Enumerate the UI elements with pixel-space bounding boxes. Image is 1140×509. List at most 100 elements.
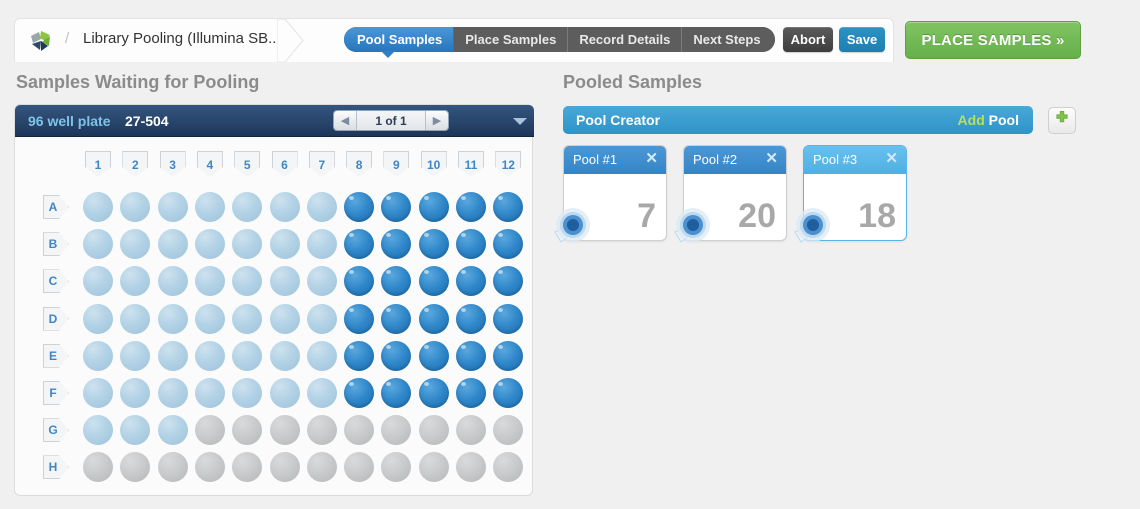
well-G11[interactable]	[456, 415, 486, 446]
chevron-left-icon[interactable]: ◀	[334, 111, 356, 130]
well-E4[interactable]	[194, 340, 225, 371]
row-header-H[interactable]: H	[43, 455, 69, 480]
breadcrumb-title[interactable]: Library Pooling (Illumina SB...	[83, 30, 281, 47]
well-A9[interactable]	[381, 192, 412, 222]
well-A12[interactable]	[493, 192, 524, 222]
well-C1[interactable]	[83, 266, 113, 297]
well-H7[interactable]	[306, 452, 337, 483]
well-F2[interactable]	[120, 378, 151, 408]
well-E10[interactable]	[418, 340, 449, 371]
well-H12[interactable]	[493, 452, 524, 483]
well-A1[interactable]	[83, 192, 113, 222]
well-D1[interactable]	[83, 303, 113, 334]
well-A5[interactable]	[232, 192, 263, 222]
well-H9[interactable]	[381, 452, 412, 483]
add-pool-button[interactable]	[1048, 107, 1076, 134]
well-F1[interactable]	[83, 378, 113, 408]
well-F12[interactable]	[493, 378, 524, 408]
well-C10[interactable]	[418, 266, 449, 297]
column-header-11[interactable]: 11	[458, 151, 484, 177]
well-G12[interactable]	[493, 415, 524, 446]
well-E6[interactable]	[269, 340, 300, 371]
well-F8[interactable]	[344, 378, 375, 408]
well-H3[interactable]	[157, 452, 188, 483]
well-H8[interactable]	[344, 452, 375, 483]
well-E12[interactable]	[493, 340, 524, 371]
well-E1[interactable]	[83, 340, 113, 371]
well-B6[interactable]	[269, 229, 300, 260]
well-F3[interactable]	[157, 378, 188, 408]
well-C12[interactable]	[493, 266, 524, 297]
column-header-9[interactable]: 9	[383, 151, 410, 177]
well-E7[interactable]	[306, 340, 337, 371]
row-header-E[interactable]: E	[43, 343, 69, 368]
well-A6[interactable]	[269, 192, 300, 222]
well-B11[interactable]	[456, 229, 486, 260]
well-H11[interactable]	[456, 452, 486, 483]
tube-icon[interactable]	[669, 202, 715, 248]
row-header-B[interactable]: B	[43, 232, 69, 257]
well-B3[interactable]	[157, 229, 188, 260]
pool-card-1[interactable]: Pool #1 ✕ 7	[554, 145, 667, 243]
well-H1[interactable]	[83, 452, 113, 483]
well-H10[interactable]	[418, 452, 449, 483]
well-H6[interactable]	[269, 452, 300, 483]
row-header-C[interactable]: C	[43, 269, 69, 294]
save-button[interactable]: Save	[839, 27, 885, 52]
well-B1[interactable]	[83, 229, 113, 260]
place-samples-button[interactable]: PLACE SAMPLES »	[905, 21, 1081, 59]
row-header-G[interactable]: G	[43, 418, 69, 443]
well-F7[interactable]	[306, 378, 337, 408]
well-F10[interactable]	[418, 378, 449, 408]
well-B12[interactable]	[493, 229, 524, 260]
well-C2[interactable]	[120, 266, 151, 297]
well-C6[interactable]	[269, 266, 300, 297]
abort-button[interactable]: Abort	[783, 27, 833, 52]
well-B7[interactable]	[306, 229, 337, 260]
row-header-A[interactable]: A	[43, 195, 69, 219]
well-E3[interactable]	[157, 340, 188, 371]
well-C4[interactable]	[194, 266, 225, 297]
well-F11[interactable]	[456, 378, 486, 408]
well-E5[interactable]	[232, 340, 263, 371]
tube-icon[interactable]	[789, 202, 835, 248]
well-C3[interactable]	[157, 266, 188, 297]
well-G9[interactable]	[381, 415, 412, 446]
well-D11[interactable]	[456, 303, 486, 334]
well-G3[interactable]	[157, 415, 188, 446]
well-E9[interactable]	[381, 340, 412, 371]
well-C9[interactable]	[381, 266, 412, 297]
well-G6[interactable]	[269, 415, 300, 446]
well-G10[interactable]	[418, 415, 449, 446]
well-B10[interactable]	[418, 229, 449, 260]
close-icon[interactable]: ✕	[885, 150, 898, 168]
well-D5[interactable]	[232, 303, 263, 334]
tube-icon[interactable]	[549, 202, 595, 248]
well-H4[interactable]	[194, 452, 225, 483]
tab-record-details[interactable]: Record Details	[568, 27, 683, 52]
well-F6[interactable]	[269, 378, 300, 408]
tab-pool-samples[interactable]: Pool Samples	[344, 27, 455, 52]
well-D7[interactable]	[306, 303, 337, 334]
column-header-5[interactable]: 5	[234, 151, 261, 177]
well-D10[interactable]	[418, 303, 449, 334]
row-header-F[interactable]: F	[43, 381, 69, 405]
well-B9[interactable]	[381, 229, 412, 260]
well-C5[interactable]	[232, 266, 263, 297]
column-header-12[interactable]: 12	[495, 151, 522, 177]
well-G2[interactable]	[120, 415, 151, 446]
well-B4[interactable]	[194, 229, 225, 260]
tab-next-steps[interactable]: Next Steps	[682, 27, 775, 52]
column-header-10[interactable]: 10	[420, 151, 447, 177]
well-C7[interactable]	[306, 266, 337, 297]
column-header-4[interactable]: 4	[196, 151, 223, 177]
well-D6[interactable]	[269, 303, 300, 334]
well-G8[interactable]	[344, 415, 375, 446]
well-F5[interactable]	[232, 378, 263, 408]
well-G7[interactable]	[306, 415, 337, 446]
well-D3[interactable]	[157, 303, 188, 334]
clarity-pinwheel-logo-icon[interactable]	[27, 27, 55, 55]
column-header-6[interactable]: 6	[271, 151, 298, 177]
well-D2[interactable]	[120, 303, 151, 334]
pool-card-2[interactable]: Pool #2 ✕ 20	[674, 145, 787, 243]
